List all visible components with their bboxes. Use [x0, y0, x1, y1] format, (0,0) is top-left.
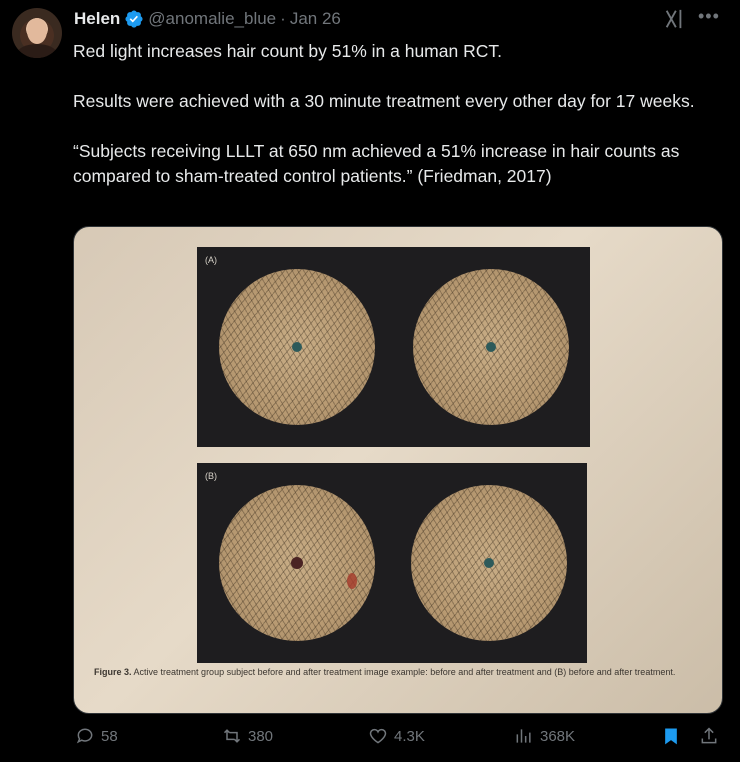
reply-icon [76, 728, 93, 744]
tweet-paragraph: Red light increases hair count by 51% in… [73, 41, 502, 61]
tweet-text: Red light increases hair count by 51% in… [73, 39, 723, 214]
action-bar: 58 380 4.3K 368K [0, 726, 740, 756]
verified-badge-icon[interactable] [124, 9, 144, 29]
reply-button[interactable]: 58 [75, 726, 118, 746]
view-count: 368K [540, 727, 576, 745]
figure-panel-a: (A) [197, 247, 590, 447]
panel-b-label: (B) [205, 471, 217, 481]
avatar[interactable] [12, 8, 62, 58]
views-button[interactable]: 368K [514, 726, 575, 746]
avatar-shoulders [17, 44, 57, 58]
author-name[interactable]: Helen [74, 9, 120, 29]
heart-icon [369, 728, 387, 744]
bookmark-button[interactable] [661, 726, 681, 746]
caption-prefix: Figure 3. [94, 667, 132, 677]
more-icon[interactable]: ••• [698, 6, 720, 27]
tweet-date[interactable]: Jan 26 [290, 9, 341, 29]
tweet-paragraph: “Subjects receiving LLLT at 650 nm achie… [73, 141, 680, 186]
reply-count: 58 [101, 727, 118, 745]
figure-caption: Figure 3. Active treatment group subject… [94, 667, 694, 678]
repost-button[interactable]: 380 [222, 726, 273, 746]
repost-icon [223, 729, 241, 743]
figure-panel-b: (B) [197, 463, 587, 663]
scalp-image-after [413, 269, 569, 425]
repost-count: 380 [248, 727, 274, 745]
panel-a-label: (A) [205, 255, 217, 265]
separator-dot: · [280, 9, 286, 28]
scalp-image-before [219, 485, 375, 641]
share-button[interactable] [699, 726, 719, 746]
tweet-media-photo[interactable]: (A) (B) Figure 3. Active treatment group… [73, 226, 723, 714]
like-button[interactable]: 4.3K [368, 726, 425, 746]
tweet-paragraph: Results were achieved with a 30 minute t… [73, 91, 695, 111]
share-icon [701, 727, 717, 744]
avatar-face [27, 18, 47, 44]
caption-text: Active treatment group subject before an… [133, 667, 676, 677]
grok-icon[interactable] [663, 8, 685, 30]
scalp-image-before [219, 269, 375, 425]
views-icon [516, 729, 531, 743]
bookmark-icon [665, 728, 677, 745]
tweet-header: Helen @anomalie_blue · Jan 26 [74, 9, 341, 29]
scalp-image-after [411, 485, 567, 641]
author-handle[interactable]: @anomalie_blue [148, 9, 276, 29]
like-count: 4.3K [394, 727, 425, 745]
